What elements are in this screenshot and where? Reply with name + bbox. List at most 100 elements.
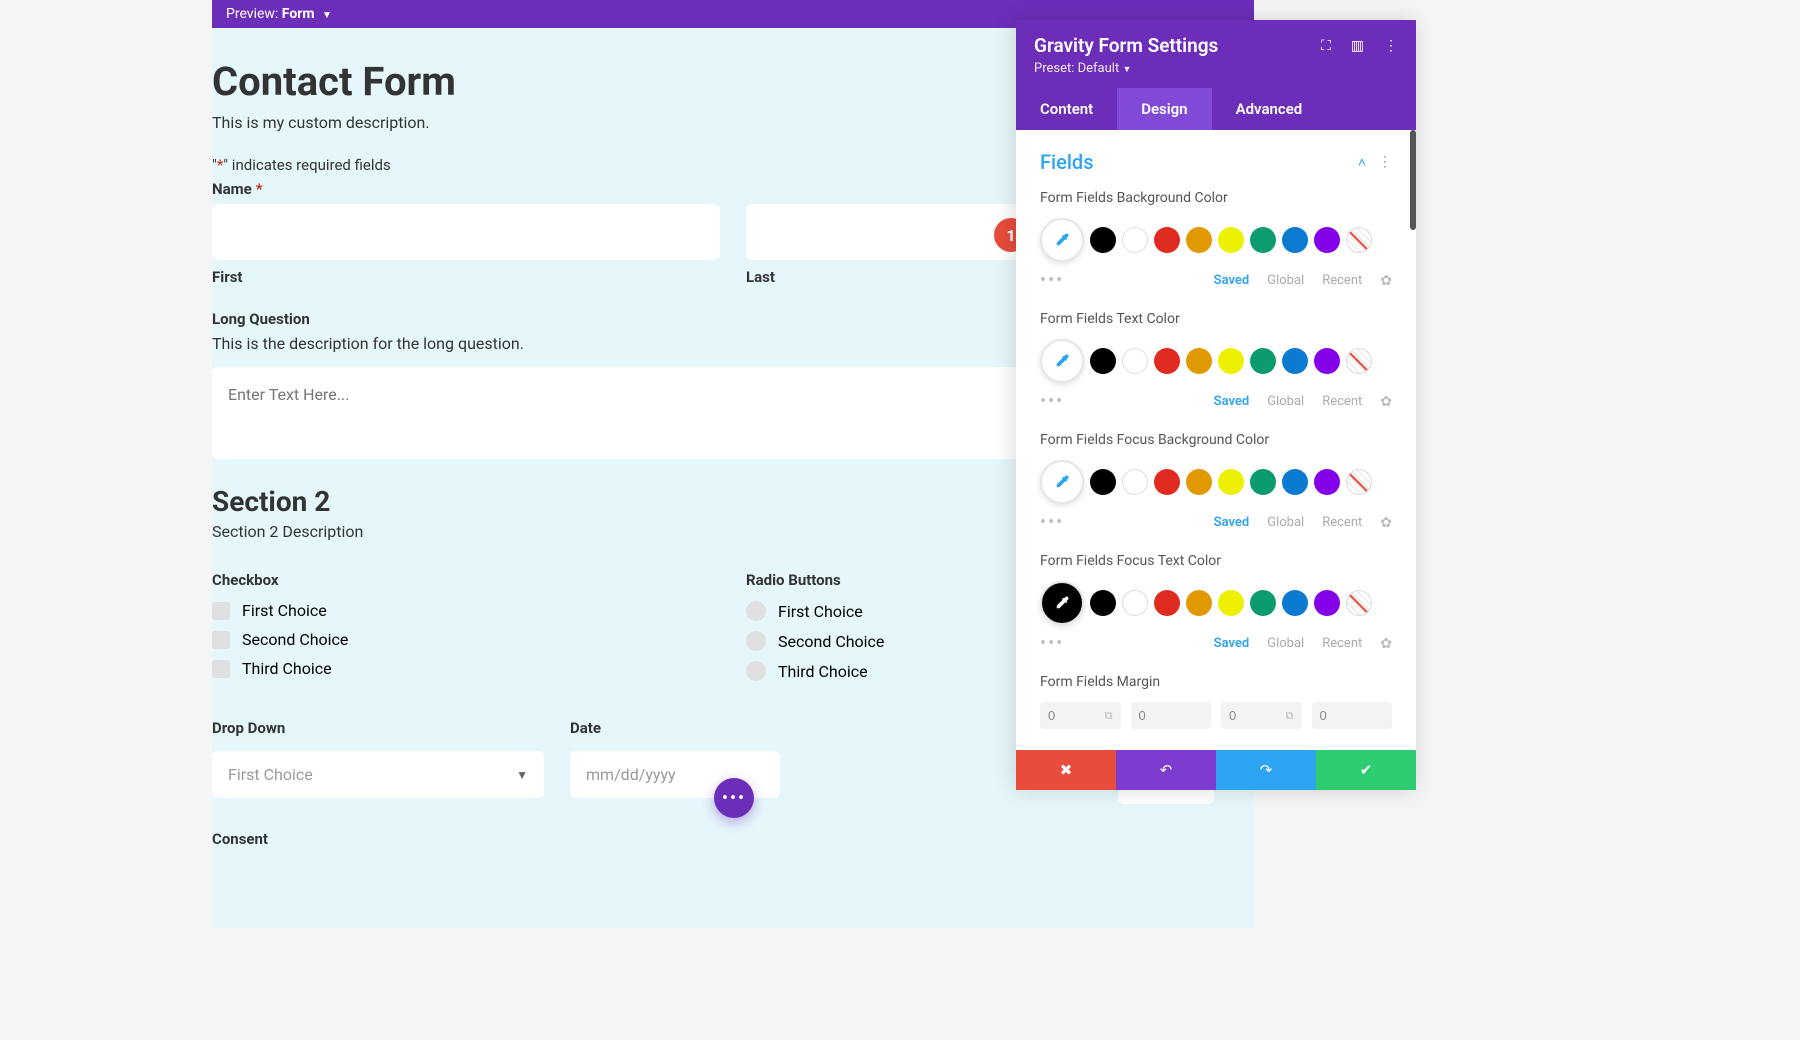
color-swatch[interactable] xyxy=(1218,469,1244,495)
color-swatch-none[interactable] xyxy=(1346,590,1372,616)
more-dots-icon: ••• xyxy=(722,788,746,809)
swatch-tab-saved[interactable]: Saved xyxy=(1214,394,1250,409)
color-swatch[interactable] xyxy=(1250,227,1276,253)
dropdown-label: Drop Down xyxy=(212,719,544,737)
margin-bottom-input[interactable]: ⧉ xyxy=(1221,702,1302,729)
swatch-tab-global[interactable]: Global xyxy=(1267,636,1304,651)
color-swatch[interactable] xyxy=(1282,227,1308,253)
margin-left-input[interactable] xyxy=(1312,702,1393,729)
checkbox-item[interactable]: First Choice xyxy=(212,601,720,620)
tab-advanced[interactable]: Advanced xyxy=(1212,88,1327,130)
swatch-tab-saved[interactable]: Saved xyxy=(1214,636,1250,651)
color-swatch[interactable] xyxy=(1090,348,1116,374)
close-button[interactable]: ✖ xyxy=(1016,750,1116,790)
dropdown-select[interactable]: First Choice ▼ xyxy=(212,751,544,798)
color-swatch-none[interactable] xyxy=(1346,348,1372,374)
gear-icon[interactable]: ✿ xyxy=(1380,636,1392,652)
color-swatch[interactable] xyxy=(1314,469,1340,495)
tab-design[interactable]: Design xyxy=(1117,88,1211,130)
expand-icon[interactable]: ⛶ xyxy=(1321,38,1331,54)
color-swatch[interactable] xyxy=(1314,227,1340,253)
color-swatch[interactable] xyxy=(1186,348,1212,374)
color-swatch[interactable] xyxy=(1218,227,1244,253)
swatch-tab-global[interactable]: Global xyxy=(1267,394,1304,409)
tab-content[interactable]: Content xyxy=(1016,88,1117,130)
checkbox-item[interactable]: Third Choice xyxy=(212,659,720,678)
checkbox-icon xyxy=(212,602,230,620)
link-icon[interactable]: ⧉ xyxy=(1105,709,1113,723)
more-dots-icon[interactable]: ••• xyxy=(1040,633,1064,654)
more-dots-icon[interactable]: ••• xyxy=(1040,391,1064,412)
color-swatch[interactable] xyxy=(1250,348,1276,374)
color-swatch[interactable] xyxy=(1282,469,1308,495)
setting-label: Form Fields Text Color xyxy=(1040,311,1392,327)
swatch-tab-global[interactable]: Global xyxy=(1267,273,1304,288)
link-icon[interactable]: ⧉ xyxy=(1286,709,1294,723)
more-vert-icon[interactable]: ⋮ xyxy=(1384,38,1398,54)
radio-icon xyxy=(746,661,766,681)
swatch-tab-recent[interactable]: Recent xyxy=(1322,273,1362,288)
color-swatch[interactable] xyxy=(1122,227,1148,253)
color-swatch-none[interactable] xyxy=(1346,227,1372,253)
gear-icon[interactable]: ✿ xyxy=(1380,394,1392,410)
color-swatch[interactable] xyxy=(1186,590,1212,616)
color-picker-button[interactable] xyxy=(1040,339,1084,383)
columns-icon[interactable]: ▥ xyxy=(1351,38,1364,54)
swatch-tab-global[interactable]: Global xyxy=(1267,515,1304,530)
undo-button[interactable]: ↶ xyxy=(1116,750,1216,790)
scrollbar[interactable] xyxy=(1410,130,1416,230)
more-dots-icon[interactable]: ••• xyxy=(1040,512,1064,533)
color-swatch[interactable] xyxy=(1282,590,1308,616)
checkbox-item[interactable]: Second Choice xyxy=(212,630,720,649)
setting-label: Form Fields Focus Text Color xyxy=(1040,553,1392,569)
color-swatch[interactable] xyxy=(1218,348,1244,374)
color-swatch[interactable] xyxy=(1282,348,1308,374)
gear-icon[interactable]: ✿ xyxy=(1380,515,1392,531)
more-dots-icon[interactable]: ••• xyxy=(1040,270,1064,291)
swatch-tab-recent[interactable]: Recent xyxy=(1322,636,1362,651)
color-swatch[interactable] xyxy=(1314,348,1340,374)
color-swatch[interactable] xyxy=(1122,348,1148,374)
section-fields-title[interactable]: Fields xyxy=(1040,150,1094,174)
first-name-input[interactable] xyxy=(212,204,720,260)
color-swatch[interactable] xyxy=(1154,227,1180,253)
setting-label: Form Fields Background Color xyxy=(1040,190,1392,206)
redo-button[interactable]: ↷ xyxy=(1216,750,1316,790)
color-picker-button[interactable] xyxy=(1040,218,1084,262)
color-swatch[interactable] xyxy=(1218,590,1244,616)
color-swatch[interactable] xyxy=(1122,590,1148,616)
chevron-down-icon: ▼ xyxy=(516,768,528,782)
settings-panel: Gravity Form Settings ⛶ ▥ ⋮ Preset: Defa… xyxy=(1016,20,1416,790)
margin-right-input[interactable] xyxy=(1131,702,1212,729)
gear-icon[interactable]: ✿ xyxy=(1380,273,1392,289)
color-swatch[interactable] xyxy=(1250,469,1276,495)
more-vert-icon[interactable]: ⋮ xyxy=(1378,154,1392,170)
panel-preset[interactable]: Preset: Default ▼ xyxy=(1034,61,1398,76)
swatch-tab-recent[interactable]: Recent xyxy=(1322,515,1362,530)
date-label: Date xyxy=(570,719,902,737)
panel-body[interactable]: Fields ˄ ⋮ Form Fields Background Color … xyxy=(1016,130,1416,750)
margin-top-input[interactable]: ⧉ xyxy=(1040,702,1121,729)
color-swatch[interactable] xyxy=(1186,469,1212,495)
color-swatch[interactable] xyxy=(1122,469,1148,495)
swatch-tab-saved[interactable]: Saved xyxy=(1214,273,1250,288)
color-swatch[interactable] xyxy=(1090,469,1116,495)
color-picker-button[interactable] xyxy=(1040,581,1084,625)
color-swatch[interactable] xyxy=(1314,590,1340,616)
color-swatch-none[interactable] xyxy=(1346,469,1372,495)
swatch-tab-saved[interactable]: Saved xyxy=(1214,515,1250,530)
setting-label: Form Fields Focus Background Color xyxy=(1040,432,1392,448)
color-swatch[interactable] xyxy=(1250,590,1276,616)
color-swatch[interactable] xyxy=(1154,348,1180,374)
color-picker-button[interactable] xyxy=(1040,460,1084,504)
color-swatch[interactable] xyxy=(1154,590,1180,616)
color-swatch[interactable] xyxy=(1090,227,1116,253)
chevron-up-icon[interactable]: ˄ xyxy=(1358,154,1366,171)
color-swatch[interactable] xyxy=(1186,227,1212,253)
margin-inputs: ⧉ ⧉ xyxy=(1040,702,1392,729)
save-button[interactable]: ✔ xyxy=(1316,750,1416,790)
more-actions-fab[interactable]: ••• xyxy=(714,778,754,818)
color-swatch[interactable] xyxy=(1090,590,1116,616)
color-swatch[interactable] xyxy=(1154,469,1180,495)
swatch-tab-recent[interactable]: Recent xyxy=(1322,394,1362,409)
